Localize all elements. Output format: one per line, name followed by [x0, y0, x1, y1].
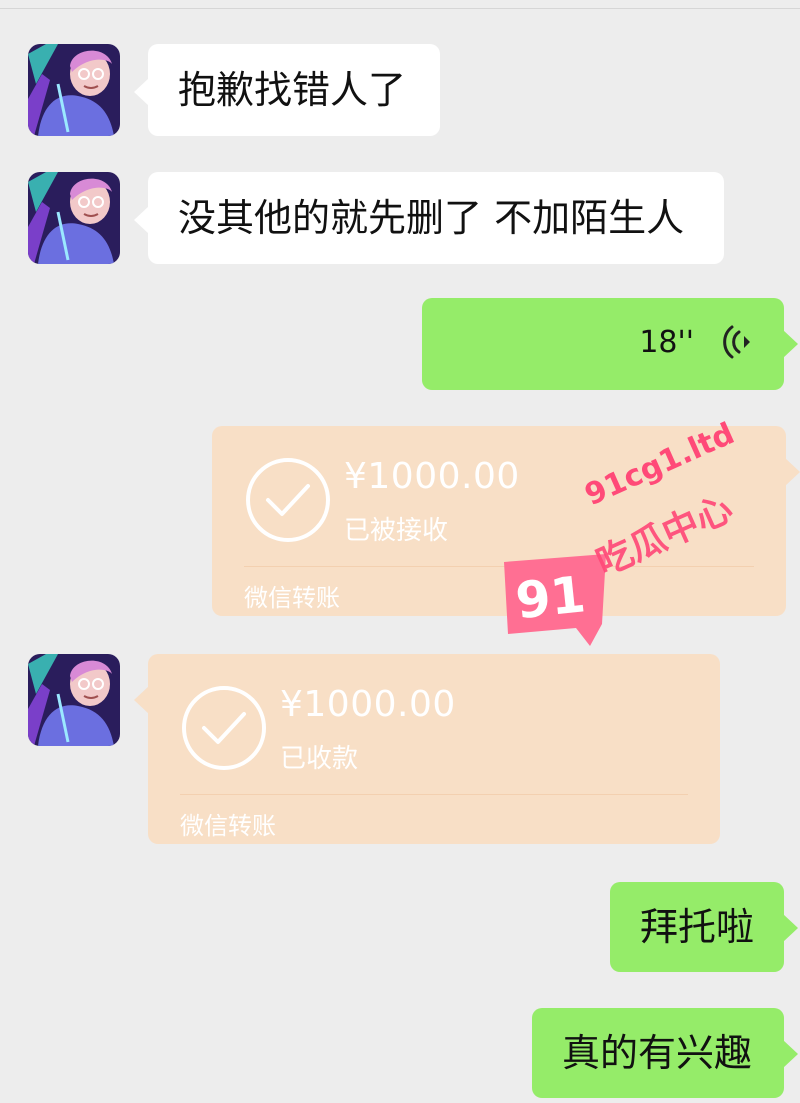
incoming-message[interactable]: 没其他的就先删了 不加陌生人	[134, 172, 724, 264]
voice-waves-icon	[723, 325, 750, 359]
voice-duration: 18''	[639, 325, 694, 360]
transfer-divider	[180, 794, 688, 795]
outgoing-message[interactable]: 真的有兴趣	[532, 1008, 798, 1098]
contact-avatar[interactable]	[28, 172, 120, 264]
transfer-source: 微信转账	[244, 584, 340, 612]
message-text: 真的有兴趣	[562, 1031, 753, 1075]
transfer-card[interactable]: ¥1000.00 已收款 微信转账	[134, 654, 720, 844]
contact-avatar[interactable]	[28, 654, 120, 746]
transfer-amount: ¥1000.00	[344, 456, 520, 497]
top-divider	[0, 0, 800, 9]
avatar-image	[28, 44, 120, 136]
avatar-image	[28, 654, 120, 746]
voice-message[interactable]: 18''	[422, 298, 798, 390]
check-circle-icon	[182, 686, 266, 770]
transfer-card[interactable]: ¥1000.00 已被接收 微信转账	[212, 426, 800, 616]
contact-avatar[interactable]	[28, 44, 120, 136]
avatar-image	[28, 172, 120, 264]
message-text: 没其他的就先删了 不加陌生人	[178, 196, 685, 240]
transfer-status: 已收款	[280, 744, 359, 774]
transfer-divider	[244, 566, 754, 567]
check-circle-icon	[246, 458, 330, 542]
message-text: 抱歉找错人了	[178, 68, 407, 112]
transfer-source: 微信转账	[180, 812, 276, 840]
transfer-status: 已被接收	[344, 516, 449, 546]
incoming-message[interactable]: 抱歉找错人了	[134, 44, 440, 136]
message-text: 拜托啦	[640, 905, 755, 949]
outgoing-message[interactable]: 拜托啦	[610, 882, 798, 972]
transfer-amount: ¥1000.00	[280, 684, 456, 725]
